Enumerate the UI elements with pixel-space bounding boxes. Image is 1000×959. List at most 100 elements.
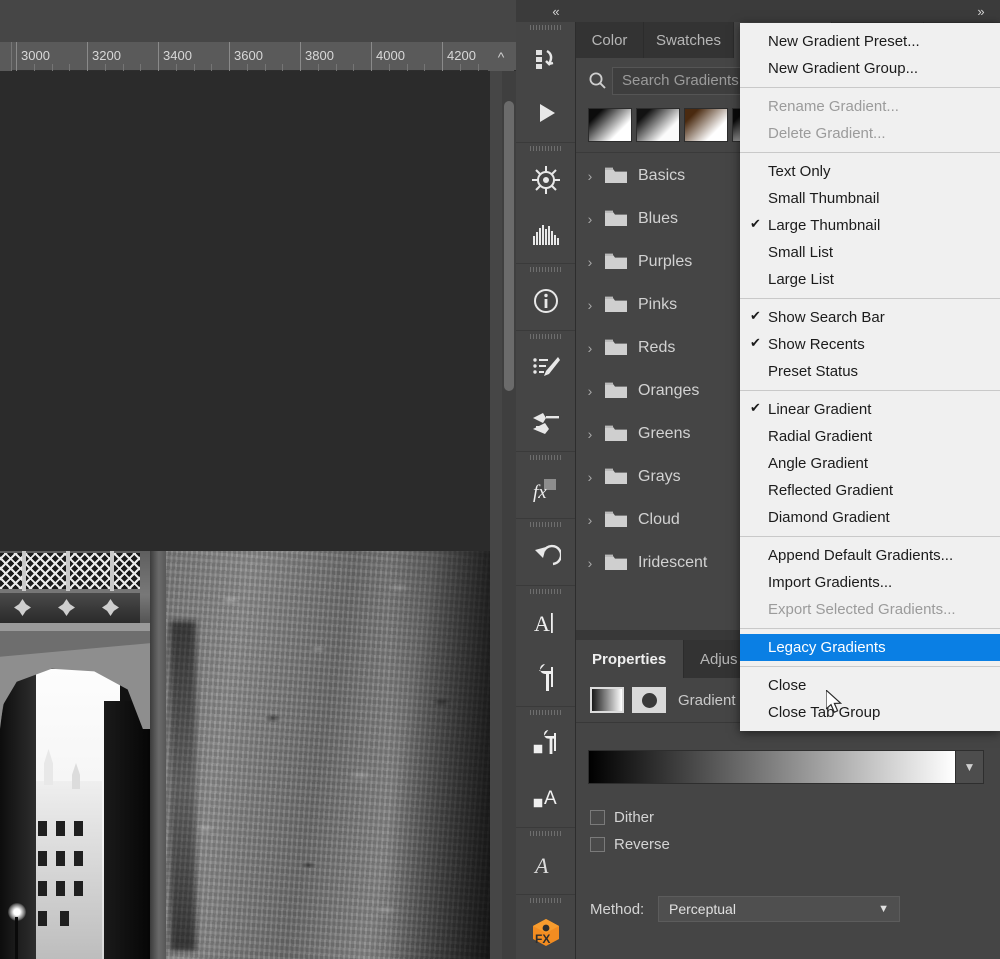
rail-drag-handle[interactable]	[516, 264, 575, 274]
collapse-chevron-up-icon[interactable]: ^	[488, 42, 514, 71]
rail-drag-handle[interactable]	[516, 452, 575, 462]
rail-drag-handle[interactable]	[516, 895, 575, 905]
chevron-right-icon[interactable]: ›	[576, 383, 604, 399]
navigator-icon[interactable]	[516, 153, 575, 207]
chevron-right-icon[interactable]: ›	[576, 254, 604, 270]
menu-item-show-recents[interactable]: ✔ Show Recents	[740, 331, 1000, 358]
dock-topbar: « »	[552, 0, 1000, 22]
menu-item-reflected-gradient[interactable]: Reflected Gradient	[740, 477, 1000, 504]
menu-item-linear-gradient[interactable]: ✔ Linear Gradient	[740, 396, 1000, 423]
menu-item-angle-gradient[interactable]: Angle Gradient	[740, 450, 1000, 477]
chevron-right-icon[interactable]: ›	[576, 469, 604, 485]
histogram-icon[interactable]	[516, 207, 575, 261]
menu-item-append-default-gradients[interactable]: Append Default Gradients...	[740, 542, 1000, 569]
rail-drag-handle[interactable]	[516, 143, 575, 153]
ruler-minor-tick	[140, 64, 142, 71]
gradient-preview-bar[interactable]	[588, 750, 956, 784]
menu-item-small-thumbnail[interactable]: Small Thumbnail	[740, 185, 1000, 212]
menu-item-radial-gradient[interactable]: Radial Gradient	[740, 423, 1000, 450]
menu-item-large-list[interactable]: Large List	[740, 266, 1000, 293]
menu-item-legacy-gradients[interactable]: Legacy Gradients	[740, 634, 1000, 661]
recent-gradient-2[interactable]	[636, 108, 680, 142]
photo-stone-wall	[166, 551, 490, 959]
ruler-minor-tick	[388, 64, 390, 71]
rail-drag-handle[interactable]	[516, 828, 575, 838]
menu-item-import-gradients[interactable]: Import Gradients...	[740, 569, 1000, 596]
3d-effects-icon[interactable]: FX	[516, 905, 575, 959]
chevron-right-icon[interactable]: ›	[576, 168, 604, 184]
chevron-right-icon[interactable]: ›	[576, 555, 604, 571]
menu-item-new-gradient-preset[interactable]: New Gradient Preset...	[740, 28, 1000, 55]
menu-item-preset-status[interactable]: Preset Status	[740, 358, 1000, 385]
menu-item-label: Show Search Bar	[768, 309, 885, 326]
brush-settings-icon[interactable]	[516, 341, 575, 395]
gradient-group-label: Oranges	[638, 381, 700, 399]
menu-item-label: Small Thumbnail	[768, 190, 880, 207]
rail-group	[516, 519, 575, 586]
checkmark-icon: ✔	[750, 216, 761, 231]
scrollbar-thumb[interactable]	[504, 101, 514, 391]
chevron-right-icon[interactable]: ›	[576, 340, 604, 356]
horizontal-ruler[interactable]: 3000 3200 3400 3600 3800 4000 4200	[0, 42, 516, 71]
collapse-left-icon[interactable]: «	[536, 2, 576, 20]
chevron-right-icon[interactable]: ›	[576, 297, 604, 313]
tab-color[interactable]: Color	[576, 22, 644, 58]
ptab-properties[interactable]: Properties	[576, 640, 684, 678]
menu-item-text-only[interactable]: Text Only	[740, 158, 1000, 185]
method-select[interactable]: Perceptual ▼	[658, 896, 900, 922]
ruler-tick	[16, 42, 17, 71]
canvas-vertical-scrollbar[interactable]	[502, 71, 516, 959]
character-icon[interactable]: A	[516, 596, 575, 650]
ruler-minor-tick	[33, 64, 35, 71]
actions-play-icon[interactable]	[516, 86, 575, 140]
svg-text:A: A	[544, 788, 557, 809]
image-canvas[interactable]	[0, 71, 490, 959]
info-icon[interactable]	[516, 274, 575, 328]
rail-drag-handle[interactable]	[516, 519, 575, 529]
undo-history-icon[interactable]	[516, 529, 575, 583]
character-styles-icon[interactable]: A	[516, 771, 575, 825]
gradient-thumbnail-icon[interactable]	[590, 687, 624, 713]
brushes-icon[interactable]	[516, 395, 575, 449]
history-icon[interactable]	[516, 32, 575, 86]
method-row: Method: Perceptual ▼	[590, 895, 986, 923]
menu-item-diamond-gradient[interactable]: Diamond Gradient	[740, 504, 1000, 531]
glyphs-icon[interactable]: A	[516, 838, 575, 892]
gradient-group-label: Purples	[638, 252, 693, 270]
gradient-picker-chevron-down-icon[interactable]: ▼	[956, 750, 984, 784]
paragraph-styles-icon[interactable]	[516, 717, 575, 771]
fx-styles-icon[interactable]: fx	[516, 462, 575, 516]
recent-gradient-3[interactable]	[684, 108, 728, 142]
menu-item-small-list[interactable]: Small List	[740, 239, 1000, 266]
recent-gradient-1[interactable]	[588, 108, 632, 142]
chevron-right-icon[interactable]: ›	[576, 512, 604, 528]
menu-item-label: Append Default Gradients...	[768, 547, 954, 564]
menu-item-large-thumbnail[interactable]: ✔ Large Thumbnail	[740, 212, 1000, 239]
menu-item-close-tab-group[interactable]: Close Tab Group	[740, 699, 1000, 726]
gradient-group-label: Pinks	[638, 295, 678, 313]
rail-drag-handle[interactable]	[516, 586, 575, 596]
layer-mask-thumbnail-icon[interactable]	[632, 687, 666, 713]
photoshop-window: 3000 3200 3400 3600 3800 4000 4200 ^ fx …	[0, 0, 1000, 959]
rail-group	[516, 264, 575, 331]
folder-icon	[604, 166, 638, 185]
ruler-label: 3400	[163, 48, 192, 63]
menu-item-label: Reflected Gradient	[768, 482, 894, 499]
menu-item-label: Small List	[768, 244, 834, 261]
expand-right-icon[interactable]: »	[966, 2, 996, 20]
menu-item-new-gradient-group[interactable]: New Gradient Group...	[740, 55, 1000, 82]
rail-drag-handle[interactable]	[516, 22, 575, 32]
paragraph-icon[interactable]	[516, 650, 575, 704]
dither-checkbox[interactable]	[590, 809, 605, 825]
ruler-label: 3600	[234, 48, 263, 63]
reverse-checkbox-row[interactable]: Reverse	[590, 833, 770, 855]
rail-drag-handle[interactable]	[516, 331, 575, 341]
chevron-right-icon[interactable]: ›	[576, 426, 604, 442]
rail-drag-handle[interactable]	[516, 707, 575, 717]
tab-swatches[interactable]: Swatches	[644, 22, 734, 58]
reverse-checkbox[interactable]	[590, 836, 605, 852]
menu-item-show-search-bar[interactable]: ✔ Show Search Bar	[740, 304, 1000, 331]
dither-checkbox-row[interactable]: Dither	[590, 806, 770, 828]
chevron-right-icon[interactable]: ›	[576, 211, 604, 227]
menu-item-close[interactable]: Close	[740, 672, 1000, 699]
